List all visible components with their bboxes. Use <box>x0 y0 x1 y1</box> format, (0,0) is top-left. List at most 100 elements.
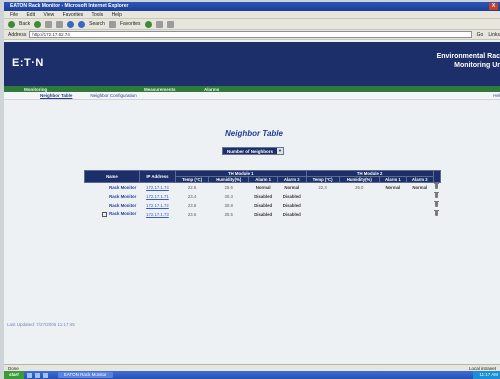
row-actions <box>433 183 440 192</box>
page-banner: E:T·N Environmental Rac Monitoring Ur <box>4 42 500 86</box>
refresh-icon[interactable] <box>56 20 64 28</box>
subnav-neighbor-configuration[interactable]: Neighbor Configuration <box>90 93 136 98</box>
trash-icon[interactable] <box>434 210 440 216</box>
media-icon[interactable] <box>144 20 152 28</box>
row-ip-link[interactable]: 172.17.1.73 <box>139 210 175 219</box>
cell <box>379 201 406 210</box>
system-clock: 11:17 AM <box>473 371 500 379</box>
cell: 23.6 <box>187 211 197 217</box>
table-row: Rack Monitor 172.17.1.74 22.6 25.6 Norma… <box>85 183 441 192</box>
back-arrow-icon[interactable] <box>8 20 15 28</box>
row-name: Rack Monitor <box>109 211 137 217</box>
home-icon[interactable] <box>67 20 75 28</box>
row-actions <box>433 192 440 201</box>
cell: 23.4 <box>187 193 197 199</box>
forward-arrow-icon[interactable] <box>34 20 42 28</box>
row-name: Rack Monitor <box>109 202 137 208</box>
menu-favorites[interactable]: Favorites <box>63 12 84 18</box>
links-button[interactable]: Links <box>488 32 500 38</box>
main-content: Neighbor Table Number of Neighbors ▼ Nam… <box>4 100 500 335</box>
neighbors-count-select[interactable]: Number of Neighbors ▼ <box>222 147 285 155</box>
trash-icon[interactable] <box>434 183 440 190</box>
cell <box>379 192 406 201</box>
trash-icon[interactable] <box>434 192 440 198</box>
menu-tools[interactable]: Tools <box>91 12 103 18</box>
cell <box>306 192 339 201</box>
warning-flag-icon <box>102 211 108 217</box>
row-ip-link[interactable]: 172.17.1.71 <box>139 192 175 201</box>
menu-file[interactable]: File <box>10 12 18 18</box>
web-page: E:T·N Environmental Rac Monitoring Ur Mo… <box>4 42 500 364</box>
window-titlebar: EATON Rack Monitor - Microsoft Internet … <box>4 2 500 11</box>
table-row: Rack Monitor 172.17.1.72 23.8 30.8 Disab… <box>85 201 441 210</box>
table-row: Rack Monitor 172.17.1.71 23.4 30.3 Disab… <box>85 192 441 201</box>
row-actions <box>433 201 440 210</box>
cell: Normal <box>385 184 401 190</box>
cell <box>339 210 379 219</box>
quicklaunch-ie-icon[interactable] <box>26 372 32 378</box>
back-button[interactable]: Back <box>19 21 30 27</box>
chevron-down-icon[interactable]: ▼ <box>277 148 284 154</box>
cell: 25.6 <box>224 184 233 190</box>
menu-help[interactable]: Help <box>112 12 122 18</box>
cell: Normal <box>412 184 428 190</box>
cell: 23.8 <box>187 202 197 208</box>
quicklaunch-mail-icon[interactable] <box>42 372 48 378</box>
browser-window: EATON Rack Monitor - Microsoft Internet … <box>4 2 500 379</box>
search-button[interactable]: Search <box>89 21 105 27</box>
taskbar-item-browser[interactable]: EATON Rack Monitor <box>57 372 113 378</box>
neighbors-select-label: Number of Neighbors <box>227 148 274 154</box>
cell: Disabled <box>254 211 273 217</box>
cell: Disabled <box>282 202 301 208</box>
cell <box>339 192 379 201</box>
table-row: Rack Monitor 172.17.1.73 23.6 30.5 Disab… <box>85 210 441 219</box>
col-actions <box>432 170 442 183</box>
address-bar: Address http://172.17.62.74 Go Links <box>4 30 500 40</box>
row-name: Rack Monitor <box>109 184 137 190</box>
browser-toolbar: Back Search Favorites <box>4 19 500 30</box>
go-button[interactable]: Go <box>475 32 486 38</box>
subnav-neighbor-table[interactable]: Neighbor Table <box>40 93 72 98</box>
print-icon[interactable] <box>166 20 174 28</box>
menu-view[interactable]: View <box>43 12 54 18</box>
trash-icon[interactable] <box>434 201 440 207</box>
banner-title: Environmental Rac Monitoring Ur <box>437 52 500 70</box>
windows-taskbar: start EATON Rack Monitor 11:17 AM <box>4 371 500 379</box>
cell: Normal <box>284 184 300 190</box>
cell <box>306 201 339 210</box>
cell <box>306 210 339 219</box>
col-ip: IP Address <box>138 170 177 183</box>
nav-monitoring[interactable]: Monitoring <box>4 87 64 92</box>
close-button[interactable]: X <box>489 3 498 10</box>
cell <box>406 201 433 210</box>
nav-alarms[interactable]: Alarms <box>184 87 244 92</box>
stop-icon[interactable] <box>45 20 53 28</box>
cell <box>406 210 433 219</box>
last-updated-text: Last Updated: 7/27/2005 11:17:45 <box>7 322 75 327</box>
nav-measurements[interactable]: Measurements <box>124 87 184 92</box>
window-title: EATON Rack Monitor - Microsoft Internet … <box>10 3 129 9</box>
menu-bar: File Edit View Favorites Tools Help <box>4 11 500 19</box>
mail-icon[interactable] <box>155 20 163 28</box>
eaton-logo: E:T·N <box>12 57 44 69</box>
row-ip-link[interactable]: 172.17.1.72 <box>139 201 175 210</box>
cell: Disabled <box>282 211 301 217</box>
url-input[interactable]: http://172.17.62.74 <box>29 31 472 38</box>
banner-title-line2: Monitoring Ur <box>454 62 500 69</box>
cell: Disabled <box>254 202 273 208</box>
start-button[interactable]: start <box>4 371 24 379</box>
favorites-button[interactable]: Favorites <box>120 21 141 27</box>
cell: 30.8 <box>224 202 233 208</box>
cell: 30.5 <box>224 211 233 217</box>
quicklaunch-desktop-icon[interactable] <box>34 372 40 378</box>
row-ip-link[interactable]: 172.17.1.74 <box>139 183 175 192</box>
menu-edit[interactable]: Edit <box>26 12 35 18</box>
search-icon[interactable] <box>78 20 86 28</box>
cell: 30.3 <box>224 193 233 199</box>
cell: Disabled <box>254 193 273 199</box>
row-name-cell: Rack Monitor <box>85 210 140 219</box>
cell <box>379 210 406 219</box>
col-name: Name <box>84 170 140 183</box>
favorites-icon[interactable] <box>108 20 116 28</box>
help-link[interactable]: Hel <box>493 93 500 98</box>
